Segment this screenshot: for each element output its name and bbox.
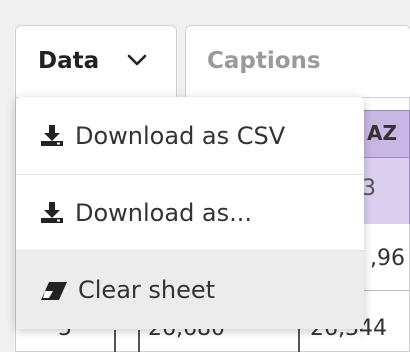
chevron-down-icon[interactable] (126, 52, 148, 68)
download-icon (41, 202, 63, 223)
download-icon (41, 125, 63, 146)
column-subheader-value: 3 (362, 176, 376, 201)
menu-item-download-csv[interactable]: Download as CSV (16, 97, 364, 175)
tab-data-label: Data (38, 48, 100, 74)
menu-item-download-as[interactable]: Download as... (16, 175, 364, 251)
menu-item-clear-sheet[interactable]: Clear sheet (16, 251, 364, 329)
tab-captions[interactable]: Captions (185, 25, 410, 97)
grid-line-v2 (138, 330, 140, 352)
tab-data[interactable]: Data (15, 25, 177, 97)
eraser-icon (41, 282, 67, 300)
menu-item-label: Download as CSV (75, 121, 286, 150)
cell-value: ,96 (370, 246, 405, 271)
menu-item-label: Clear sheet (78, 276, 216, 304)
data-dropdown-menu: Download as CSV Download as... Clear she… (16, 97, 364, 329)
grid-line-v1 (114, 330, 116, 352)
column-header-label: AZ (367, 121, 397, 145)
menu-item-label: Download as... (75, 198, 253, 227)
tab-captions-label: Captions (207, 48, 321, 74)
